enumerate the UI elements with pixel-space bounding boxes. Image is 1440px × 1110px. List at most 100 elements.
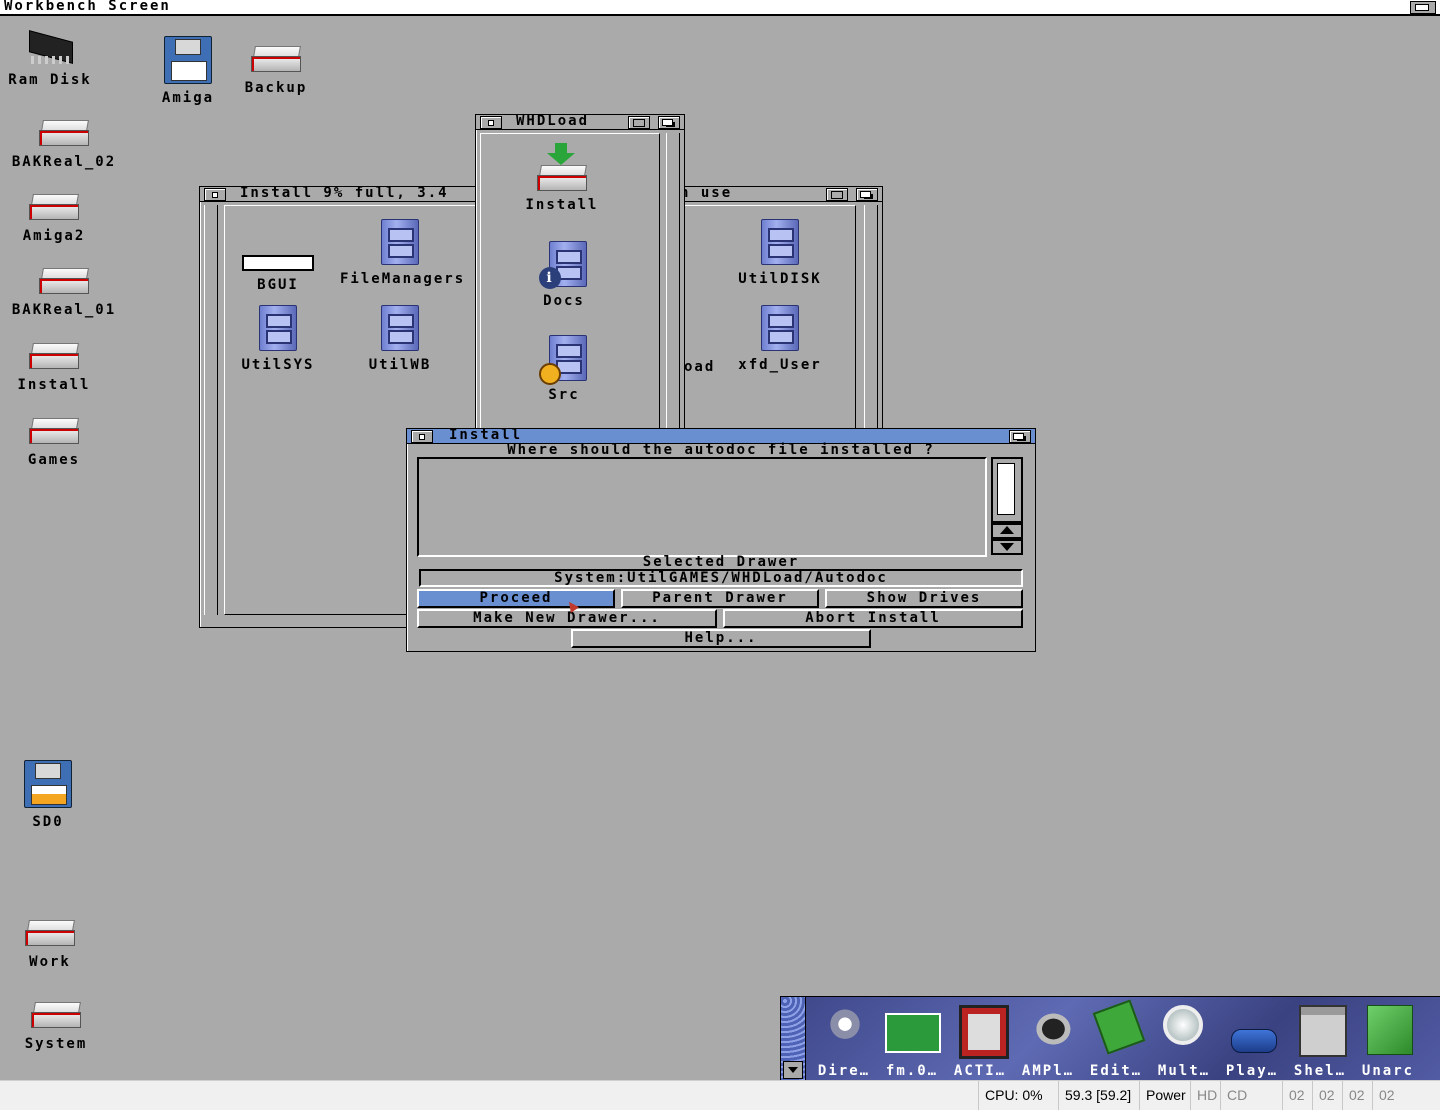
hard-drive-icon bbox=[39, 120, 89, 148]
desktop-icon-bakreal-01[interactable]: BAKReal_01 bbox=[4, 268, 124, 318]
desktop-icon-backup[interactable]: Backup bbox=[216, 46, 336, 96]
abort-install-button[interactable]: Abort Install bbox=[723, 609, 1023, 628]
scroll-up-arrow-icon[interactable] bbox=[991, 523, 1023, 539]
icon-label: System bbox=[24, 1036, 88, 1052]
zoom-gadget-icon[interactable] bbox=[826, 188, 848, 201]
dock-item-label: Unarc bbox=[1361, 1063, 1415, 1079]
selected-drawer-path: System:UtilGAMES/WHDLoad/Autodoc bbox=[419, 569, 1023, 587]
floppy-icon bbox=[24, 760, 72, 808]
drawer-icon bbox=[761, 219, 799, 265]
screen-depth-gadget-icon[interactable] bbox=[1410, 1, 1436, 14]
drawer-item-bgui[interactable]: BGUI bbox=[218, 255, 338, 293]
window-title: Install 9% full, 3.4 bbox=[240, 185, 449, 201]
selected-drawer-label: Selected Drawer bbox=[642, 554, 800, 570]
whdload-item-docs[interactable]: i Docs bbox=[504, 241, 624, 309]
scroll-down-arrow-icon[interactable] bbox=[991, 539, 1023, 555]
help-button[interactable]: Help... bbox=[571, 629, 871, 648]
drawer-item-xfd-user[interactable]: xfd_User bbox=[720, 305, 840, 373]
left-scrollbar[interactable] bbox=[204, 205, 218, 615]
dock-menu-arrow-icon[interactable] bbox=[783, 1061, 803, 1079]
depth-gadget-icon[interactable] bbox=[658, 116, 680, 129]
drawer-item-utilwb[interactable]: UtilWB bbox=[340, 305, 460, 373]
zoom-gadget-icon[interactable] bbox=[628, 116, 650, 129]
icon-label: BAKReal_02 bbox=[11, 154, 117, 170]
drive-0-track: 02 bbox=[1282, 1081, 1311, 1110]
hard-drive-icon bbox=[25, 920, 75, 948]
dock-item-label: Shel… bbox=[1293, 1063, 1347, 1079]
desktop-icon-system[interactable]: System bbox=[0, 1002, 116, 1052]
drive-3-track: 02 bbox=[1372, 1081, 1401, 1110]
dock-handle[interactable] bbox=[781, 997, 806, 1081]
desktop-icon-games[interactable]: Games bbox=[0, 418, 114, 468]
ram-chip-icon bbox=[25, 30, 75, 66]
dock-item-label: AMPl… bbox=[1021, 1063, 1075, 1079]
desktop-icon-sd0[interactable]: SD0 bbox=[0, 760, 108, 830]
floppy-icon bbox=[164, 36, 212, 84]
drawer-icon bbox=[381, 219, 419, 265]
notepad-pencil-icon bbox=[1092, 999, 1146, 1055]
icon-label: Work bbox=[29, 954, 71, 970]
question-text: Where should the autodoc file installed … bbox=[507, 442, 935, 458]
drawer-item-partial[interactable]: oad bbox=[684, 359, 715, 375]
screen-title-bar[interactable]: Workbench Screen bbox=[0, 0, 1440, 16]
parent-drawer-button[interactable]: Parent Drawer bbox=[621, 589, 819, 608]
disc-player-icon bbox=[1231, 1029, 1277, 1053]
dock-item-label: Play… bbox=[1225, 1063, 1279, 1079]
window-title-tail: n use bbox=[680, 185, 733, 201]
hard-drive-icon bbox=[39, 268, 89, 296]
install-requester[interactable]: Install Where should the autodoc file in… bbox=[406, 427, 1036, 652]
icon-label: UtilDISK bbox=[738, 271, 822, 287]
hd-led: HD bbox=[1190, 1081, 1223, 1110]
make-new-drawer-button[interactable]: Make New Drawer... bbox=[417, 609, 717, 628]
desktop-icon-ram-disk[interactable]: Ram Disk bbox=[0, 30, 110, 88]
close-gadget-icon[interactable] bbox=[480, 116, 502, 129]
dock-item-label: Edit… bbox=[1089, 1063, 1143, 1079]
proceed-button[interactable]: Proceed bbox=[417, 589, 615, 608]
desktop-icon-work[interactable]: Work bbox=[0, 920, 110, 970]
drive-2-track: 02 bbox=[1342, 1081, 1371, 1110]
desktop-icon-bakreal-02[interactable]: BAKReal_02 bbox=[4, 120, 124, 170]
screen-title: Workbench Screen bbox=[4, 0, 171, 14]
archive-box-icon bbox=[1367, 1005, 1413, 1055]
drawer-icon bbox=[761, 305, 799, 351]
src-icon bbox=[539, 335, 589, 385]
scroll-track[interactable] bbox=[991, 457, 1023, 523]
close-gadget-icon[interactable] bbox=[204, 188, 226, 201]
hard-drive-icon bbox=[31, 1002, 81, 1030]
icon-label: Docs bbox=[543, 293, 585, 309]
shell-window-icon bbox=[1299, 1005, 1347, 1057]
whdload-item-install[interactable]: Install bbox=[502, 143, 622, 213]
icon-label: Src bbox=[548, 387, 580, 403]
speaker-icon bbox=[1027, 1005, 1071, 1053]
drawer-item-utilsys[interactable]: UtilSYS bbox=[218, 305, 338, 373]
icon-label: Ram Disk bbox=[8, 72, 92, 88]
fps-status: 59.3 [59.2] bbox=[1058, 1081, 1137, 1110]
icon-label: BGUI bbox=[257, 277, 299, 293]
emulator-status-bar: CPU: 0% 59.3 [59.2] Power HD CD 02 02 02… bbox=[0, 1080, 1440, 1110]
install-icon bbox=[537, 143, 587, 191]
app-dock[interactable]: Dire… fm.0… ACTI… AMPl… Edit… Mult… Play… bbox=[780, 996, 1440, 1082]
drawer-list[interactable] bbox=[417, 457, 987, 557]
show-drives-button[interactable]: Show Drives bbox=[825, 589, 1023, 608]
icon-label: SD0 bbox=[32, 814, 64, 830]
drawer-item-utildisk[interactable]: UtilDISK bbox=[720, 219, 840, 287]
hard-drive-icon bbox=[29, 343, 79, 371]
icon-label: UtilSYS bbox=[241, 357, 315, 373]
power-led: Power bbox=[1139, 1081, 1192, 1110]
cpu-status: CPU: 0% bbox=[978, 1081, 1049, 1110]
window-title-bar[interactable]: WHDLoad bbox=[476, 113, 684, 130]
right-scrollbar[interactable] bbox=[666, 133, 680, 433]
desktop-icon-amiga2[interactable]: Amiga2 bbox=[0, 194, 114, 244]
drawer-item-filemanagers[interactable]: FileManagers bbox=[340, 219, 463, 287]
depth-gadget-icon[interactable] bbox=[856, 188, 878, 201]
cd-led: CD bbox=[1220, 1081, 1253, 1110]
icon-label: Install bbox=[525, 197, 599, 213]
whdload-window[interactable]: WHDLoad Install i Docs Src bbox=[475, 113, 685, 436]
icon-label: Amiga2 bbox=[22, 228, 86, 244]
dock-item-label: ACTI… bbox=[953, 1063, 1007, 1079]
icon-label: xfd_User bbox=[738, 357, 822, 373]
scroll-knob[interactable] bbox=[997, 463, 1015, 515]
whdload-item-src[interactable]: Src bbox=[504, 335, 624, 403]
desktop-icon-install[interactable]: Install bbox=[0, 343, 114, 393]
satellite-dish-icon bbox=[823, 1005, 867, 1053]
